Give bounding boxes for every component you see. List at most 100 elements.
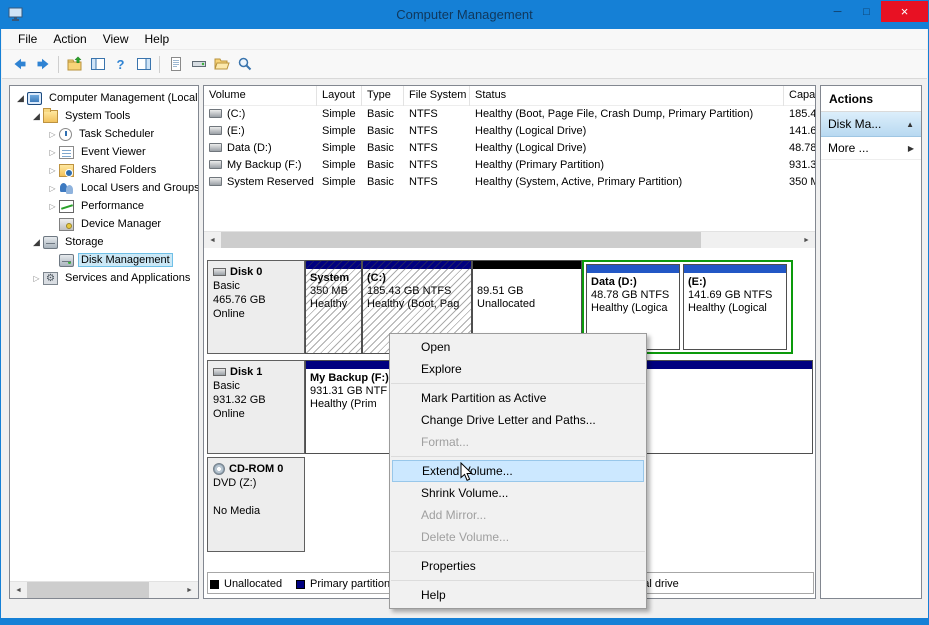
menu-item-mark-partition-as-active[interactable]: Mark Partition as Active [390, 387, 646, 409]
tree-item-disk-management[interactable]: Disk Management [10, 251, 198, 269]
actions-more[interactable]: More ... ▶ [821, 137, 921, 160]
show-console-tree-button[interactable] [86, 53, 109, 76]
menu-item-open[interactable]: Open [390, 336, 646, 358]
tree-item-device-manager[interactable]: Device Manager [10, 215, 198, 233]
volume-row-my-backup-f[interactable]: My Backup (F:) Simple Basic NTFS Healthy… [204, 157, 815, 174]
disk-name: CD-ROM 0 [229, 462, 283, 476]
help-button[interactable]: ? [109, 53, 132, 76]
expander-collapsed-icon[interactable]: ▷ [46, 184, 59, 193]
volume-name: Data (D:) [227, 142, 272, 154]
context-menu: Open Explore Mark Partition as Active Ch… [389, 333, 647, 609]
disk-1-label[interactable]: Disk 1 Basic 931.32 GB Online [207, 360, 305, 454]
tree-item-label: Event Viewer [78, 145, 149, 159]
forward-button[interactable] [31, 53, 54, 76]
menubar: File Action View Help [2, 29, 927, 50]
up-level-icon [67, 56, 83, 72]
close-button[interactable]: × [881, 1, 928, 22]
volume-layout: Simple [317, 157, 362, 174]
minimize-button[interactable]: ─ [823, 1, 852, 22]
menu-help[interactable]: Help [137, 30, 178, 48]
column-header-volume[interactable]: Volume [204, 86, 317, 106]
menu-item-add-mirror: Add Mirror... [390, 504, 646, 526]
column-header-file-system[interactable]: File System [404, 86, 470, 106]
menu-separator [391, 456, 645, 457]
actions-section-disk-management[interactable]: Disk Ma... ▲ [821, 112, 921, 137]
volume-list-header: Volume Layout Type File System Status Ca… [204, 86, 815, 106]
tree-item-task-scheduler[interactable]: ▷ Task Scheduler [10, 125, 198, 143]
partition-system[interactable]: System 350 MB Healthy [305, 260, 362, 354]
tree-item-computer-management[interactable]: ◢ Computer Management (Local [10, 89, 198, 107]
tree-item-storage[interactable]: ◢ Storage [10, 233, 198, 251]
expander-collapsed-icon[interactable]: ▷ [30, 274, 43, 283]
partition-e[interactable]: (E:) 141.69 GB NTFS Healthy (Logical [683, 264, 787, 350]
tree-item-event-viewer[interactable]: ▷ Event Viewer [10, 143, 198, 161]
tree-item-label-selected: Disk Management [78, 253, 173, 267]
tree-item-label: Shared Folders [78, 163, 159, 177]
disk-properties-button[interactable] [187, 53, 210, 76]
disk-icon [59, 254, 74, 267]
search-button[interactable] [233, 53, 256, 76]
volume-row-data-d[interactable]: Data (D:) Simple Basic NTFS Healthy (Log… [204, 140, 815, 157]
actions-panel: Actions Disk Ma... ▲ More ... ▶ [820, 85, 922, 599]
toolbar-separator [58, 56, 59, 73]
titlebar[interactable]: Computer Management ─ □ × [1, 1, 928, 29]
menu-file[interactable]: File [10, 30, 45, 48]
menu-item-properties[interactable]: Properties [390, 555, 646, 577]
disk-0-label[interactable]: Disk 0 Basic 465.76 GB Online [207, 260, 305, 354]
tree-item-services-and-applications[interactable]: ▷ ⚙ Services and Applications [10, 269, 198, 287]
tree-item-performance[interactable]: ▷ Performance [10, 197, 198, 215]
scroll-track[interactable] [27, 582, 181, 599]
show-action-pane-icon [136, 56, 152, 72]
tree-horizontal-scrollbar[interactable]: ◄ ► [10, 581, 198, 598]
refresh-button[interactable] [164, 53, 187, 76]
volume-name: (C:) [227, 108, 245, 120]
volume-name: System Reserved [227, 176, 314, 188]
back-button[interactable] [8, 53, 31, 76]
legend-color-primary [296, 580, 305, 589]
menu-view[interactable]: View [95, 30, 137, 48]
menu-item-change-drive-letter-and-paths[interactable]: Change Drive Letter and Paths... [390, 409, 646, 431]
column-header-type[interactable]: Type [362, 86, 404, 106]
menu-item-shrink-volume[interactable]: Shrink Volume... [390, 482, 646, 504]
expander-expanded-icon[interactable]: ◢ [30, 237, 43, 248]
scroll-right-arrow[interactable]: ► [798, 232, 815, 249]
menu-action[interactable]: Action [45, 30, 94, 48]
menu-item-explore[interactable]: Explore [390, 358, 646, 380]
cdrom-0-label[interactable]: CD-ROM 0 DVD (Z:) No Media [207, 457, 305, 552]
tree-item-local-users-and-groups[interactable]: ▷ Local Users and Groups [10, 179, 198, 197]
collapse-up-icon[interactable]: ▲ [906, 120, 914, 129]
scroll-left-arrow[interactable]: ◄ [10, 582, 27, 599]
scroll-thumb[interactable] [221, 232, 701, 249]
up-level-button[interactable] [63, 53, 86, 76]
volume-list-horizontal-scrollbar[interactable]: ◄ ► [204, 231, 815, 248]
menu-item-extend-volume[interactable]: Extend Volume... [392, 460, 644, 482]
show-action-pane-button[interactable] [132, 53, 155, 76]
expander-collapsed-icon[interactable]: ▷ [46, 202, 59, 211]
tree-item-label: Services and Applications [62, 271, 193, 285]
expand-right-icon[interactable]: ▶ [908, 144, 914, 153]
volume-row-system-reserved[interactable]: System Reserved Simple Basic NTFS Health… [204, 174, 815, 191]
column-header-status[interactable]: Status [470, 86, 784, 106]
disk-name: Disk 1 [230, 365, 262, 379]
expander-expanded-icon[interactable]: ◢ [14, 93, 27, 104]
scroll-right-arrow[interactable]: ► [181, 582, 198, 599]
tree-item-system-tools[interactable]: ◢ System Tools [10, 107, 198, 125]
maximize-button[interactable]: □ [852, 1, 881, 22]
folder-icon [43, 110, 58, 123]
partition-name: (C:) [367, 272, 467, 285]
expander-collapsed-icon[interactable]: ▷ [46, 130, 59, 139]
expander-collapsed-icon[interactable]: ▷ [46, 148, 59, 157]
expander-expanded-icon[interactable]: ◢ [30, 111, 43, 122]
volume-row-e[interactable]: (E:) Simple Basic NTFS Healthy (Logical … [204, 123, 815, 140]
tree-item-shared-folders[interactable]: ▷ Shared Folders [10, 161, 198, 179]
expander-collapsed-icon[interactable]: ▷ [46, 166, 59, 175]
menu-item-help[interactable]: Help [390, 584, 646, 606]
open-button[interactable] [210, 53, 233, 76]
scroll-thumb[interactable] [27, 582, 149, 599]
volume-type: Basic [362, 106, 404, 123]
column-header-capacity[interactable]: Capa [784, 86, 815, 106]
column-header-layout[interactable]: Layout [317, 86, 362, 106]
scroll-track[interactable] [221, 232, 798, 249]
scroll-left-arrow[interactable]: ◄ [204, 232, 221, 249]
volume-row-c[interactable]: (C:) Simple Basic NTFS Healthy (Boot, Pa… [204, 106, 815, 123]
